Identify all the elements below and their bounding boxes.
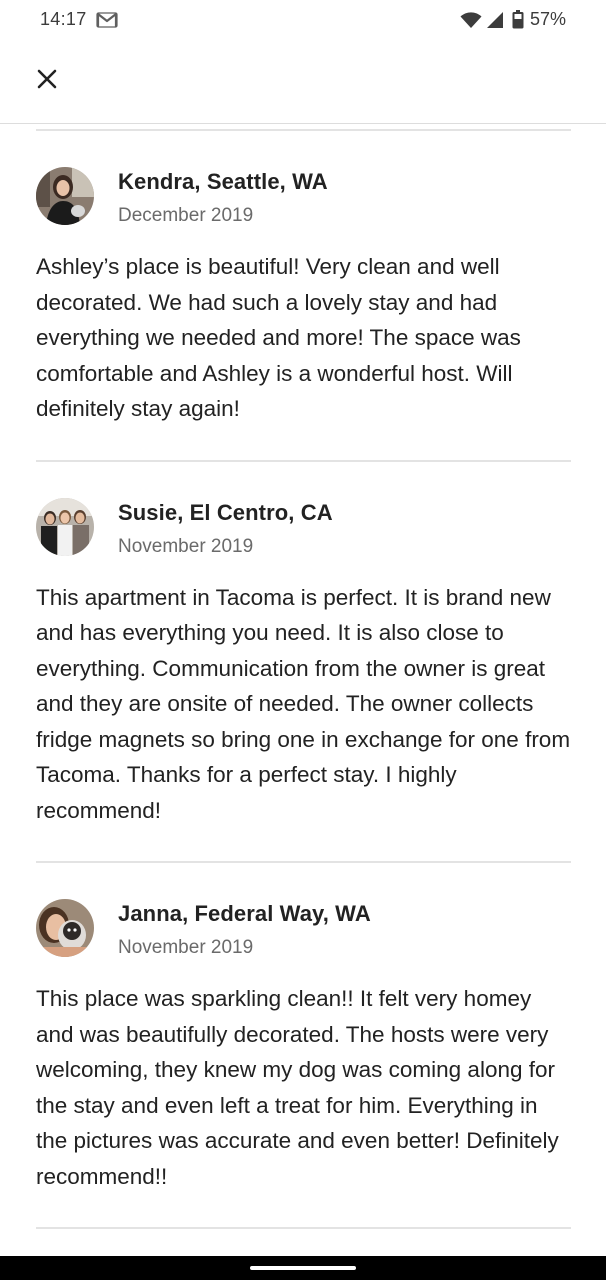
review-item: Kendra, Seattle, WA December 2019 Ashley… (36, 131, 571, 460)
battery-icon (512, 10, 524, 29)
top-bar (0, 42, 606, 124)
status-time: 14:17 (40, 9, 87, 29)
reviewer-name[interactable]: Janna, Federal Way, WA (118, 901, 371, 927)
divider (36, 1227, 571, 1229)
wifi-icon (460, 11, 482, 29)
battery-percentage: 57% (529, 9, 566, 29)
reviewer-name[interactable]: Susie, El Centro, CA (118, 500, 333, 526)
close-button[interactable] (28, 62, 66, 100)
review-item: Janna, Federal Way, WA November 2019 Thi… (36, 863, 571, 1227)
review-text: Ashley’s place is beautiful! Very clean … (36, 254, 521, 421)
cell-signal-icon (486, 11, 504, 29)
avatar[interactable] (36, 167, 94, 225)
close-icon (36, 68, 58, 95)
review-header: Kendra, Seattle, WA December 2019 (36, 131, 571, 231)
review-item: Susie, El Centro, CA November 2019 This … (36, 462, 571, 862)
status-icons: 57% (460, 9, 566, 30)
review-header: Janna, Federal Way, WA November 2019 (36, 863, 571, 963)
avatar[interactable] (36, 497, 94, 556)
reviewer-name[interactable]: Kendra, Seattle, WA (118, 169, 328, 195)
navigation-bar (0, 1256, 606, 1280)
status-bar: 14:17 57% (0, 0, 606, 42)
avatar[interactable] (36, 899, 94, 957)
home-indicator[interactable] (250, 1266, 356, 1270)
review-date: December 2019 (118, 205, 254, 226)
gmail-icon (96, 12, 118, 28)
reviews-list: Kendra, Seattle, WA December 2019 Ashley… (36, 129, 571, 1229)
review-date: November 2019 (118, 535, 254, 557)
review-date: November 2019 (118, 937, 254, 958)
review-text: This place was sparkling clean!! It felt… (36, 986, 559, 1189)
review-header: Susie, El Centro, CA November 2019 (36, 462, 571, 562)
review-text: This apartment in Tacoma is perfect. It … (36, 584, 571, 823)
